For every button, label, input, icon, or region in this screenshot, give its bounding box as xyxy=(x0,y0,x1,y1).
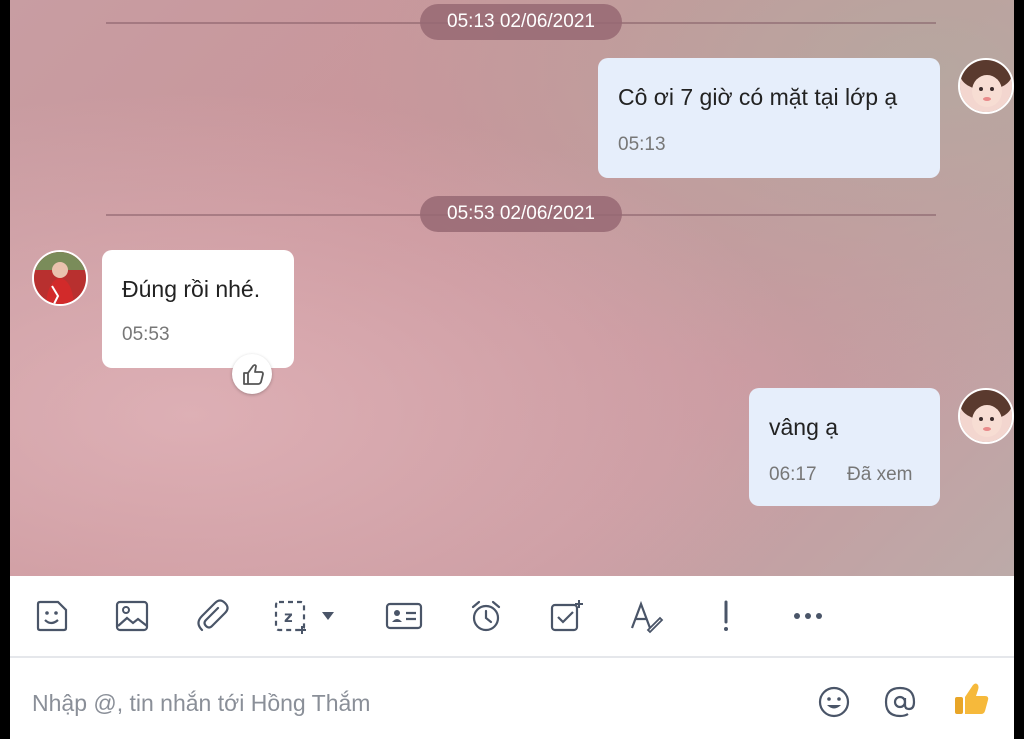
screenshot-button[interactable]: z xyxy=(272,594,344,638)
sticker-button[interactable] xyxy=(30,594,74,638)
message-text: Đúng rồi nhé. xyxy=(122,276,261,302)
sticker-icon xyxy=(36,600,68,632)
compose-toolbar: z xyxy=(10,576,1014,656)
message-text: vâng ạ xyxy=(769,414,839,440)
message-time: 06:17 xyxy=(769,464,817,485)
contact-card-button[interactable] xyxy=(382,594,426,638)
seen-status: Đã xem xyxy=(847,464,913,485)
reminder-button[interactable] xyxy=(464,594,508,638)
outgoing-message-bubble[interactable]: Cô ơi 7 giờ có mặt tại lớp ạ 05:13 xyxy=(598,58,940,178)
outgoing-message-bubble[interactable]: vâng ạ 06:17 Đã xem xyxy=(749,388,940,506)
message-text: Cô ơi 7 giờ có mặt tại lớp ạ xyxy=(618,84,898,110)
message-area[interactable]: 05:13 02/06/2021 Cô ơi 7 giờ có mặt tại … xyxy=(10,0,1014,576)
screenshot-icon: z xyxy=(274,600,334,634)
image-icon xyxy=(115,600,149,632)
svg-text:z: z xyxy=(284,608,293,626)
text-format-icon xyxy=(630,600,664,634)
attachment-button[interactable] xyxy=(190,594,234,638)
quick-like-icon xyxy=(955,683,989,714)
reminder-clock-icon xyxy=(471,600,501,632)
thumbs-up-icon xyxy=(243,364,264,385)
image-button[interactable] xyxy=(110,594,154,638)
emoji-icon xyxy=(818,686,850,718)
message-time: 05:13 xyxy=(618,134,666,155)
message-time: 05:53 xyxy=(122,324,170,345)
message-input-placeholder[interactable]: Nhập @, tin nhắn tới Hồng Thắm xyxy=(32,690,370,717)
date-separator: 05:13 02/06/2021 xyxy=(420,4,622,40)
attachment-icon xyxy=(197,599,229,632)
contact-card-icon xyxy=(385,602,423,630)
important-icon xyxy=(724,600,728,631)
more-button[interactable] xyxy=(786,594,830,638)
text-format-button[interactable] xyxy=(624,594,668,638)
mention-button[interactable] xyxy=(878,680,922,724)
sender-avatar[interactable] xyxy=(958,388,1014,444)
task-button[interactable] xyxy=(544,594,588,638)
important-button[interactable] xyxy=(704,594,748,638)
contact-avatar[interactable] xyxy=(32,250,88,306)
task-check-icon xyxy=(550,600,583,632)
incoming-message-bubble[interactable]: Đúng rồi nhé. 05:53 xyxy=(102,250,294,368)
chevron-down-icon xyxy=(322,612,334,620)
mention-icon xyxy=(884,686,916,718)
date-separator: 05:53 02/06/2021 xyxy=(420,196,622,232)
reaction-button[interactable] xyxy=(232,354,272,394)
more-icon xyxy=(794,613,822,619)
emoji-button[interactable] xyxy=(812,680,856,724)
quick-like-button[interactable] xyxy=(950,678,994,722)
sender-avatar[interactable] xyxy=(958,58,1014,114)
message-composer[interactable]: Nhập @, tin nhắn tới Hồng Thắm xyxy=(10,658,1014,739)
chat-window: 05:13 02/06/2021 Cô ơi 7 giờ có mặt tại … xyxy=(10,0,1014,739)
